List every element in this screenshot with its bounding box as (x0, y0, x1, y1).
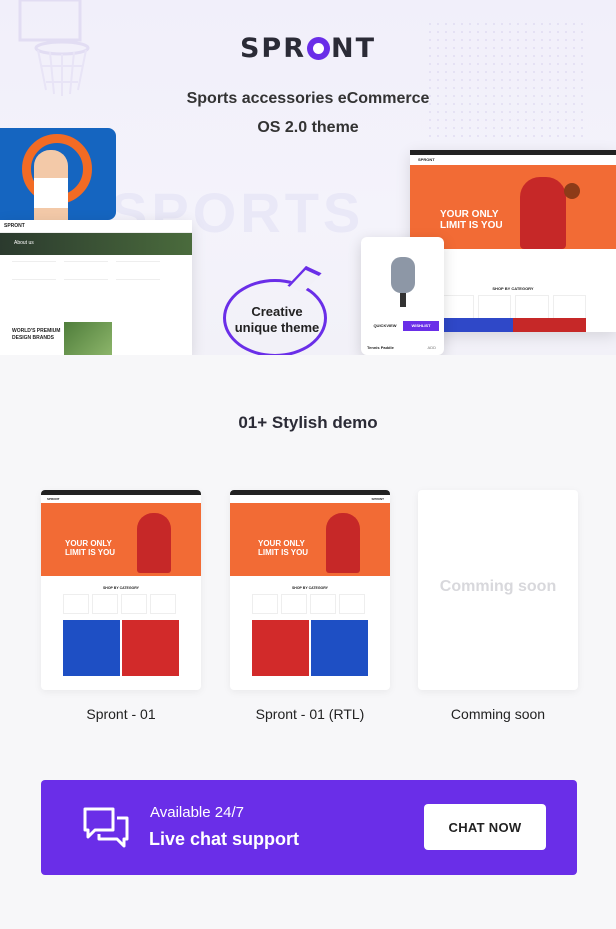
demo-banners (63, 620, 179, 676)
coming-soon-placeholder: Comming soon (439, 578, 557, 595)
wishlist-button[interactable]: WISHLIST (403, 321, 439, 331)
preview-promo-strip (440, 318, 586, 332)
demo-category-items (41, 594, 201, 614)
chat-bubbles-icon (83, 807, 129, 848)
preview-headline: YOUR ONLY LIMIT IS YOU (440, 209, 503, 231)
basketball-icon (564, 183, 580, 199)
bubble-text: Creative unique theme (234, 304, 320, 335)
demo-category-title: SHOP BY CATEGORY (102, 586, 140, 590)
demo-headline: YOUR ONLY LIMIT IS YOU (65, 539, 116, 557)
demo-label-1[interactable]: Spront - 01 (41, 706, 201, 722)
preview-columns (0, 255, 192, 299)
preview-nav-logo: SPRONT (418, 157, 435, 162)
preview-nav-logo: SPRONT (0, 220, 192, 233)
chat-title: Live chat support (149, 829, 300, 849)
demo-card-coming-soon: Comming soon (418, 490, 578, 690)
demo-card-1[interactable]: SPRONT YOUR ONLY LIMIT IS YOU SHOP BY CAT… (41, 490, 201, 690)
demo-card-2[interactable]: SPRONT YOUR ONLY LIMIT IS YOU SHOP BY CAT… (230, 490, 390, 690)
logo-ring-icon (307, 37, 330, 60)
preview-photo (64, 322, 112, 355)
demo-category-title: SHOP BY CATEGORY (291, 586, 329, 590)
add-button[interactable]: ADD (428, 345, 436, 350)
paddle-icon (391, 257, 415, 293)
preview-brands-title: WORLD'S PREMIUM DESIGN BRANDS (12, 328, 61, 341)
demo-nav-logo: SPRONT (47, 497, 60, 501)
chat-availability: Available 24/7 (150, 804, 244, 821)
page: SPR NT Sports accessories eCommerce OS 2.… (0, 0, 616, 929)
preview-hero-banner: YOUR ONLY LIMIT IS YOU (410, 165, 616, 249)
demo-headline: YOUR ONLY LIMIT IS YOU (258, 539, 309, 557)
demos-title: 01+ Stylish demo (238, 413, 378, 432)
demo-category-items (230, 594, 390, 614)
hero-section: SPR NT Sports accessories eCommerce OS 2.… (0, 0, 616, 355)
demo-label-2[interactable]: Spront - 01 (RTL) (230, 706, 390, 722)
chat-support-banner: Available 24/7 Live chat support CHAT NO… (41, 780, 577, 875)
demo-banners (252, 620, 368, 676)
quickview-card: QUICKVIEW WISHLIST Tennis Paddle ADD (361, 237, 444, 355)
product-name: Tennis Paddle (367, 345, 394, 350)
demo-label-3: Comming soon (450, 706, 546, 722)
athlete-image (0, 128, 116, 220)
preview-banner-title: About us (0, 233, 192, 255)
demo-hero: YOUR ONLY LIMIT IS YOU (41, 503, 201, 576)
chat-now-button[interactable]: CHAT NOW (424, 804, 546, 850)
about-page-preview: SPRONT About us WORLD'S PREMIUM DESIGN BR… (0, 220, 192, 355)
demo-nav-logo: SPRONT (371, 497, 384, 501)
hero-tagline-line1: Sports accessories eCommerce (186, 90, 430, 107)
demo-hero: YOUR ONLY LIMIT IS YOU (230, 503, 390, 576)
quickview-button[interactable]: QUICKVIEW (367, 321, 403, 331)
brand-logo[interactable]: SPR NT (0, 33, 616, 64)
